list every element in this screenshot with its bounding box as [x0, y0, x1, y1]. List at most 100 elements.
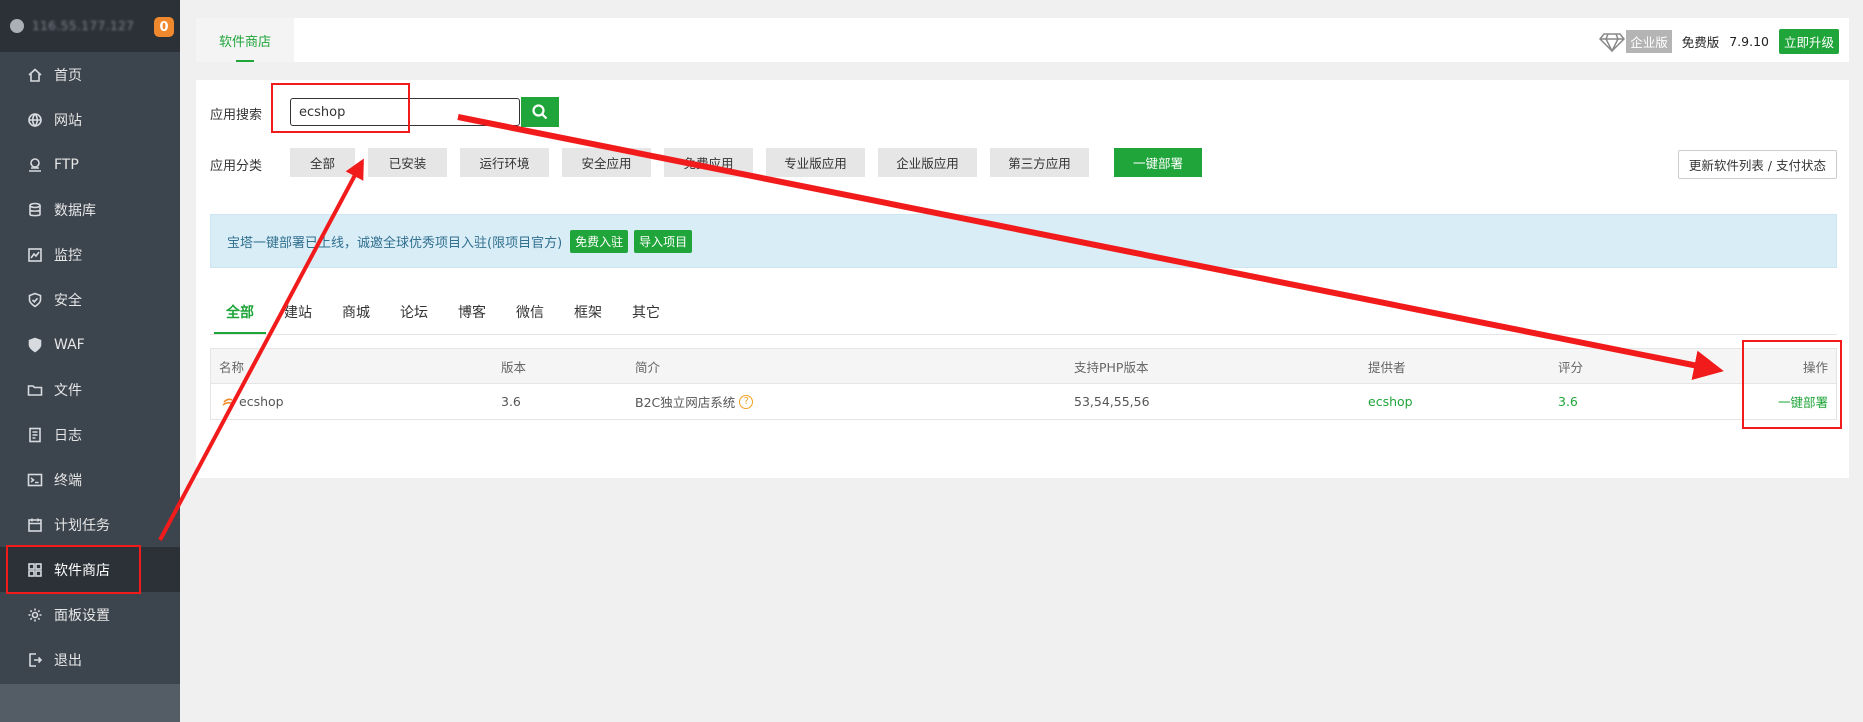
tab-all[interactable]: 全部 [214, 290, 266, 334]
log-icon [26, 426, 44, 444]
upgrade-button[interactable]: 立即升级 [1778, 29, 1839, 54]
tab-forum[interactable]: 论坛 [400, 290, 428, 333]
sidebar-item-label: 终端 [54, 472, 82, 489]
category-label: 应用分类 [210, 159, 263, 174]
sidebar-item-label: 面板设置 [54, 607, 110, 624]
waf-shield-icon [26, 336, 44, 354]
sidebar-header: 116.55.177.127 0 [0, 0, 180, 52]
sidebar-item-cron[interactable]: 计划任务 [0, 502, 180, 547]
sidebar-item-label: 网站 [54, 112, 82, 129]
sidebar-item-label: FTP [54, 156, 79, 173]
free-join-button[interactable]: 免费入驻 [570, 229, 629, 253]
app-logo-icon [221, 395, 235, 409]
globe-icon [26, 111, 44, 129]
enterprise-badge[interactable]: 企业版 [1626, 30, 1672, 53]
app-name: ecshop [239, 394, 284, 409]
tab-software-store[interactable]: 软件商店 [196, 18, 294, 62]
deploy-table: 名称 版本 简介 支持PHP版本 提供者 评分 操作 ecshop 3.6 B2… [210, 348, 1837, 420]
col-php: 支持PHP版本 [1074, 359, 1149, 375]
search-label: 应用搜索 [210, 108, 263, 123]
sidebar-item-label: 安全 [54, 292, 82, 309]
version-info: 企业版 免费版 7.9.10 立即升级 [1599, 29, 1839, 54]
version-number[interactable]: 7.9.10 [1729, 34, 1769, 49]
app-provider-link[interactable]: ecshop [1368, 384, 1413, 419]
app-php-versions: 53,54,55,56 [1074, 394, 1150, 409]
logout-icon [26, 651, 44, 669]
tab-blog[interactable]: 博客 [458, 290, 486, 333]
search-icon [532, 104, 548, 120]
diamond-icon [1599, 31, 1626, 53]
sidebar-item-panel-settings[interactable]: 面板设置 [0, 592, 180, 637]
tab-framework[interactable]: 框架 [574, 290, 602, 333]
category-security[interactable]: 安全应用 [562, 148, 651, 177]
shield-icon [26, 291, 44, 309]
sidebar-item-label: 首页 [54, 67, 82, 84]
sidebar-item-monitor[interactable]: 监控 [0, 232, 180, 277]
col-version: 版本 [501, 359, 527, 375]
category-pro[interactable]: 专业版应用 [766, 148, 865, 177]
sidebar-item-logs[interactable]: 日志 [0, 412, 180, 457]
banner-text: 宝塔一键部署已上线，诚邀全球优秀项目入驻(限项目官方) [227, 235, 563, 251]
app-version: 3.6 [501, 394, 521, 409]
sidebar: 116.55.177.127 0 首页 网站 FTP 数据库 监控 安全 WAF… [0, 0, 180, 722]
import-project-button[interactable]: 导入项目 [634, 229, 693, 253]
sidebar-item-label: 数据库 [54, 202, 96, 219]
table-row: ecshop 3.6 B2C独立网店系统 ? 53,54,55,56 ecsho… [211, 384, 1836, 419]
annotation-box-search [271, 83, 410, 133]
software-store-panel: 应用搜索 应用分类 全部 已安装 运行环境 安全应用 免费应用 专业版应用 企业… [196, 80, 1849, 478]
app-intro: B2C独立网店系统 [635, 395, 736, 410]
monitor-icon [26, 246, 44, 264]
sidebar-item-home[interactable]: 首页 [0, 52, 180, 97]
sidebar-item-label: WAF [54, 336, 85, 353]
col-name: 名称 [219, 359, 245, 375]
notification-badge[interactable]: 0 [154, 17, 174, 37]
sidebar-item-waf[interactable]: WAF [0, 322, 180, 367]
sidebar-item-label: 退出 [54, 652, 82, 669]
app-intro-cell: B2C独立网店系统 ? [635, 384, 754, 419]
sidebar-footer [0, 684, 180, 722]
server-ip: 116.55.177.127 [32, 19, 135, 33]
tab-website[interactable]: 建站 [284, 290, 312, 333]
tab-mall[interactable]: 商城 [342, 290, 370, 333]
category-enterprise[interactable]: 企业版应用 [878, 148, 977, 177]
top-bar: 软件商店 企业版 免费版 7.9.10 立即升级 [196, 18, 1849, 62]
database-icon [26, 201, 44, 219]
refresh-software-list-button[interactable]: 更新软件列表 / 支付状态 [1677, 150, 1837, 179]
annotation-box-action [1742, 340, 1842, 429]
ftp-icon [26, 156, 44, 174]
table-header: 名称 版本 简介 支持PHP版本 提供者 评分 操作 [211, 349, 1836, 384]
category-runtime[interactable]: 运行环境 [460, 148, 549, 177]
sidebar-item-files[interactable]: 文件 [0, 367, 180, 412]
category-all[interactable]: 全部 [290, 148, 355, 177]
category-one-click-deploy[interactable]: 一键部署 [1114, 148, 1202, 177]
category-free[interactable]: 免费应用 [664, 148, 753, 177]
sidebar-item-label: 监控 [54, 247, 82, 264]
sidebar-item-terminal[interactable]: 终端 [0, 457, 180, 502]
sidebar-item-logout[interactable]: 退出 [0, 637, 180, 682]
folder-icon [26, 381, 44, 399]
sidebar-item-label: 计划任务 [54, 517, 110, 534]
free-edition-label: 免费版 [1681, 35, 1720, 50]
help-icon[interactable]: ? [739, 394, 754, 409]
app-name-cell: ecshop [221, 384, 284, 419]
sidebar-item-label: 日志 [54, 427, 82, 444]
app-score[interactable]: 3.6 [1558, 384, 1578, 419]
sidebar-item-website[interactable]: 网站 [0, 97, 180, 142]
category-third-party[interactable]: 第三方应用 [990, 148, 1089, 177]
tab-wechat[interactable]: 微信 [516, 290, 544, 333]
sidebar-item-security[interactable]: 安全 [0, 277, 180, 322]
sidebar-item-label: 文件 [54, 382, 82, 399]
sidebar-item-database[interactable]: 数据库 [0, 187, 180, 232]
search-button[interactable] [521, 97, 559, 127]
deploy-type-tabs: 全部 建站 商城 论坛 博客 微信 框架 其它 [210, 290, 1837, 335]
col-score: 评分 [1558, 359, 1584, 375]
col-provider: 提供者 [1368, 359, 1406, 375]
user-avatar [10, 19, 24, 33]
calendar-icon [26, 516, 44, 534]
category-installed[interactable]: 已安装 [368, 148, 447, 177]
sidebar-item-ftp[interactable]: FTP [0, 142, 180, 187]
home-icon [26, 66, 44, 84]
annotation-box-sidebar [6, 545, 141, 594]
announcement-banner: 宝塔一键部署已上线，诚邀全球优秀项目入驻(限项目官方) 免费入驻 导入项目 [210, 214, 1837, 268]
tab-other[interactable]: 其它 [632, 290, 660, 333]
